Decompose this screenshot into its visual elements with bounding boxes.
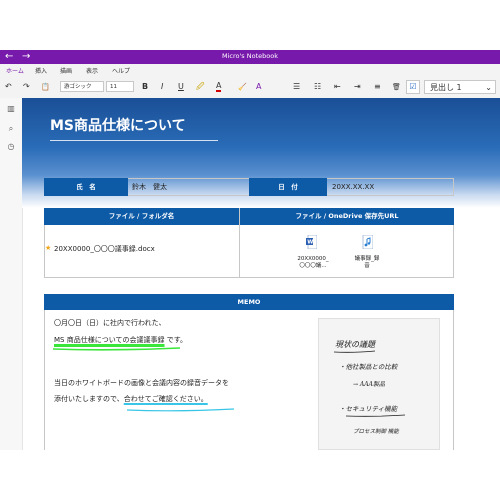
handwriting-item-1-sub: → AAA製品	[353, 381, 385, 388]
item-2-underline	[345, 414, 406, 417]
tab-help[interactable]: ヘルプ	[112, 66, 130, 75]
attachment-audio[interactable]: 議事録_録 音	[350, 256, 384, 270]
recent-icon[interactable]: ◷	[6, 142, 16, 152]
attachment-docx-line1: 20XX0000_	[297, 256, 329, 262]
delete-icon[interactable]: 🗑	[392, 81, 401, 93]
clear-format-icon[interactable]: 🧹	[238, 81, 247, 93]
memo-line-2[interactable]: MS 商品仕様についての会議議事録 です。	[54, 335, 187, 345]
italic-button[interactable]: I	[161, 81, 163, 93]
handwriting-item-1: ・他社製品との比較	[339, 363, 398, 371]
date-value[interactable]: 20XX.XX.XX	[332, 178, 374, 196]
memo-header: MEMO	[44, 294, 454, 310]
tab-draw[interactable]: 描画	[60, 66, 72, 75]
chevron-down-icon: ⌄	[485, 83, 492, 92]
memo-highlight-phrase: MS 商品仕様についての会議議事録	[54, 336, 165, 344]
memo-highlighted-text: MS 商品仕様についての会議議事録	[54, 336, 167, 344]
memo-line-4-prefix: 添付いたしますので、	[54, 395, 124, 403]
onenote-window: ← → Micro's Notebook ホーム 挿入 描画 表示 ヘルプ ↶ …	[0, 50, 500, 450]
attachment-audio-line2: 音	[364, 263, 370, 269]
memo-line-1[interactable]: 〇月〇日（日）に社内で行われた、	[54, 318, 166, 328]
audio-file-icon[interactable]	[362, 234, 374, 250]
font-size-select[interactable]: 11	[106, 81, 134, 92]
heading-underline	[333, 350, 376, 353]
font-color-icon[interactable]: A	[216, 81, 222, 92]
increase-indent-icon[interactable]: ⇥	[354, 81, 361, 93]
attachment-audio-line1: 議事録_録	[354, 256, 380, 262]
handwriting-item-3: プロセス制御 機能	[353, 429, 399, 435]
bullets-icon[interactable]: ☰	[293, 81, 300, 93]
redo-icon[interactable]: ↷	[23, 81, 30, 93]
svg-text:W: W	[307, 240, 313, 246]
text-effects-icon[interactable]: A	[256, 81, 261, 93]
highlight-icon[interactable]: 🖉	[196, 81, 205, 93]
star-icon: ★	[45, 244, 52, 252]
memo-line-4[interactable]: 添付いたしますので、合わせてご確認ください。	[54, 394, 208, 404]
todo-tag-button[interactable]: ☑	[406, 80, 420, 94]
tab-view[interactable]: 表示	[86, 66, 98, 75]
files-col1-header: ファイル / フォルダ名	[44, 208, 239, 225]
decrease-indent-icon[interactable]: ⇤	[334, 81, 341, 93]
left-sidebar: ▥ ⌕ ◷	[0, 98, 23, 450]
window-title: Micro's Notebook	[222, 52, 278, 60]
underline-button[interactable]: U	[178, 81, 184, 93]
bold-button[interactable]: B	[142, 81, 148, 93]
memo-line-3[interactable]: 当日のホワイトボードの画像と会議内容の録音データを	[54, 378, 229, 388]
date-label: 日 付	[249, 178, 327, 196]
title-underline	[50, 140, 218, 141]
files-col2-header: ファイル / OneDrive 保存先URL	[240, 208, 454, 225]
style-select[interactable]: 見出し 1 ⌄	[424, 80, 496, 94]
green-ink-stroke	[52, 347, 181, 351]
numbering-icon[interactable]: ☷	[314, 81, 321, 93]
whiteboard-image[interactable]: 現状の議題 ・他社製品との比較 → AAA製品 ・セキュリティ機能 プロセス制御…	[318, 318, 440, 450]
file-name[interactable]: 20XX0000_〇〇〇議事録.docx	[54, 244, 155, 254]
handwriting-item-2: ・セキュリティ機能	[339, 405, 398, 413]
notebooks-icon[interactable]: ▥	[6, 104, 16, 114]
font-name-select[interactable]: 游ゴシック	[60, 81, 104, 92]
attachment-docx-line2: 〇〇〇議...	[299, 263, 327, 269]
tab-insert[interactable]: 挿入	[35, 66, 47, 75]
handwriting-heading: 現状の議題	[335, 340, 375, 349]
ribbon-toolbar: ↶ ↷ 📋 游ゴシック 11 B I U 🖉 A 🧹 A ☰ ☷ ⇤ ⇥ ≡ 🗑	[0, 76, 500, 99]
undo-icon[interactable]: ↶	[5, 81, 12, 93]
page-title[interactable]: MS商品仕様について	[50, 115, 186, 135]
attachment-docx[interactable]: 20XX0000_ 〇〇〇議...	[297, 256, 329, 270]
align-icon[interactable]: ≡	[374, 81, 381, 93]
memo-underlined-phrase: 合わせてご確認ください。	[123, 395, 208, 403]
word-document-icon[interactable]: W	[306, 234, 318, 250]
paste-icon[interactable]: 📋	[41, 81, 50, 93]
files-table-divider	[239, 208, 240, 278]
menu-tab-bar: ホーム 挿入 描画 表示 ヘルプ	[0, 64, 500, 78]
style-select-label: 見出し 1	[430, 83, 462, 92]
memo-line-2-suffix: です。	[166, 336, 188, 344]
search-icon[interactable]: ⌕	[6, 124, 16, 134]
title-bar: ← → Micro's Notebook	[0, 50, 500, 64]
cyan-ink-stroke	[126, 408, 235, 412]
name-label: 氏 名	[44, 178, 128, 196]
name-value[interactable]: 鈴木 健太	[132, 178, 167, 196]
tab-home[interactable]: ホーム	[5, 66, 25, 78]
